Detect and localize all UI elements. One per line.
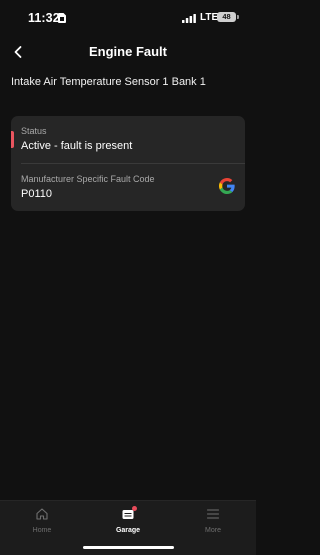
tab-home-label: Home: [32, 527, 52, 534]
fault-code-value: P0110: [21, 188, 52, 200]
battery-tip: [237, 15, 239, 19]
battery-icon: 48: [217, 12, 236, 22]
fault-code-label: Manufacturer Specific Fault Code: [21, 174, 155, 184]
card-divider: [21, 163, 245, 164]
signal-strength-icon: [182, 14, 196, 23]
tab-garage[interactable]: Garage: [98, 505, 158, 537]
home-icon: [36, 508, 48, 520]
status-label: Status: [21, 126, 47, 136]
status-value: Active - fault is present: [21, 140, 133, 152]
tab-more-label: More: [205, 527, 221, 534]
status-indicator: [11, 131, 14, 148]
carrier-label: LTE: [200, 12, 219, 23]
menu-icon: [206, 509, 220, 519]
garage-badge: [132, 506, 137, 511]
status-bar: 11:32 LTE 48: [0, 0, 256, 36]
page-title: Engine Fault: [89, 44, 167, 59]
fault-name: Intake Air Temperature Sensor 1 Bank 1: [11, 76, 206, 88]
status-time: 11:32: [28, 11, 60, 25]
tab-home[interactable]: Home: [12, 505, 72, 537]
sim-card-icon: [58, 13, 66, 23]
tab-more[interactable]: More: [183, 505, 243, 537]
home-indicator: [83, 546, 174, 549]
tab-garage-label: Garage: [115, 527, 141, 534]
google-icon[interactable]: [219, 178, 235, 194]
fault-details-card: Status Active - fault is present Manufac…: [11, 116, 245, 211]
